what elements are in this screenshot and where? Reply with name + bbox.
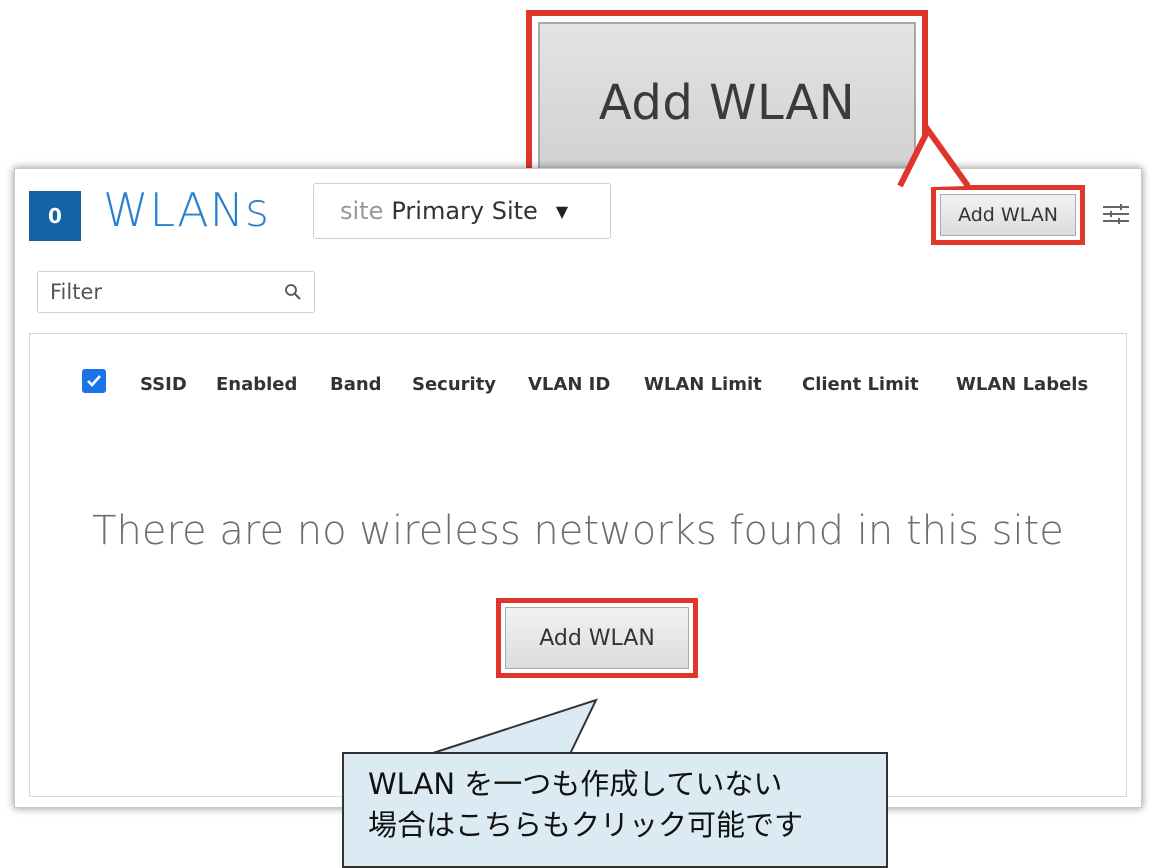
wlans-panel: 0 WLANs site Primary Site ▼ Add WLAN Fil…	[14, 168, 1142, 808]
chevron-down-icon: ▼	[555, 201, 569, 221]
select-all-checkbox[interactable]	[82, 369, 106, 393]
empty-state-add-wlan-button[interactable]: Add WLAN	[505, 607, 689, 669]
page-title: WLANs	[103, 183, 271, 237]
column-header-band[interactable]: Band	[330, 374, 382, 395]
zoomed-add-wlan-button: Add WLAN	[538, 22, 916, 184]
column-header-ssid[interactable]: SSID	[140, 374, 187, 395]
search-icon	[285, 284, 301, 300]
annotation-note: WLAN を一つも作成していない 場合はこちらもクリック可能です	[342, 752, 888, 868]
site-selector[interactable]: site Primary Site ▼	[313, 183, 611, 239]
annotation-line-1: WLAN を一つも作成していない	[368, 767, 783, 801]
annotation-line-2: 場合はこちらもクリック可能です	[368, 808, 804, 843]
highlight-frame-header: Add WLAN	[931, 185, 1085, 245]
checkmark-icon	[87, 375, 101, 387]
site-selector-value: Primary Site	[391, 197, 538, 225]
add-wlan-button[interactable]: Add WLAN	[940, 194, 1076, 236]
column-header-vlan-id[interactable]: VLAN ID	[528, 374, 610, 395]
wlan-count-badge: 0	[29, 191, 81, 241]
filter-input[interactable]: Filter	[37, 271, 315, 313]
wlan-table: SSID Enabled Band Security VLAN ID WLAN …	[29, 333, 1127, 797]
column-settings-icon[interactable]	[1101, 203, 1131, 225]
site-selector-label: site	[340, 197, 384, 225]
column-header-wlan-labels[interactable]: WLAN Labels	[956, 374, 1088, 395]
column-header-client-limit[interactable]: Client Limit	[802, 374, 919, 395]
empty-state-message: There are no wireless networks found in …	[92, 508, 1064, 554]
highlight-frame-center: Add WLAN	[496, 598, 698, 678]
filter-placeholder: Filter	[50, 280, 103, 304]
column-header-enabled[interactable]: Enabled	[216, 374, 297, 395]
column-header-wlan-limit[interactable]: WLAN Limit	[644, 374, 762, 395]
column-header-security[interactable]: Security	[412, 374, 496, 395]
